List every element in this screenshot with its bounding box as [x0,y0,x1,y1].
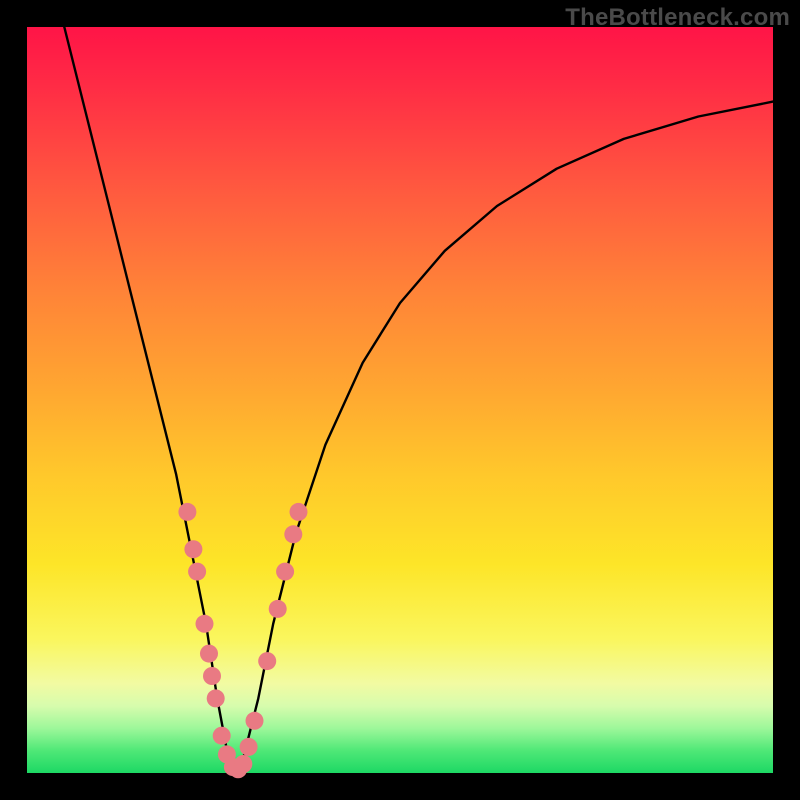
highlighted-points [178,503,307,778]
marker-dot [178,503,196,521]
curve-path [64,27,773,773]
watermark-text: TheBottleneck.com [565,4,790,32]
marker-dot [246,712,264,730]
marker-dot [234,755,252,773]
marker-dot [207,689,225,707]
bottleneck-curve [64,27,773,773]
marker-dot [240,738,258,756]
marker-dot [213,727,231,745]
marker-dot [269,600,287,618]
plot-area [27,27,773,773]
marker-dot [276,563,294,581]
chart-svg [27,27,773,773]
marker-dot [200,645,218,663]
marker-dot [284,525,302,543]
marker-dot [203,667,221,685]
marker-dot [188,563,206,581]
marker-dot [184,540,202,558]
marker-dot [196,615,214,633]
marker-dot [258,652,276,670]
chart-frame: TheBottleneck.com [0,0,800,800]
marker-dot [290,503,308,521]
